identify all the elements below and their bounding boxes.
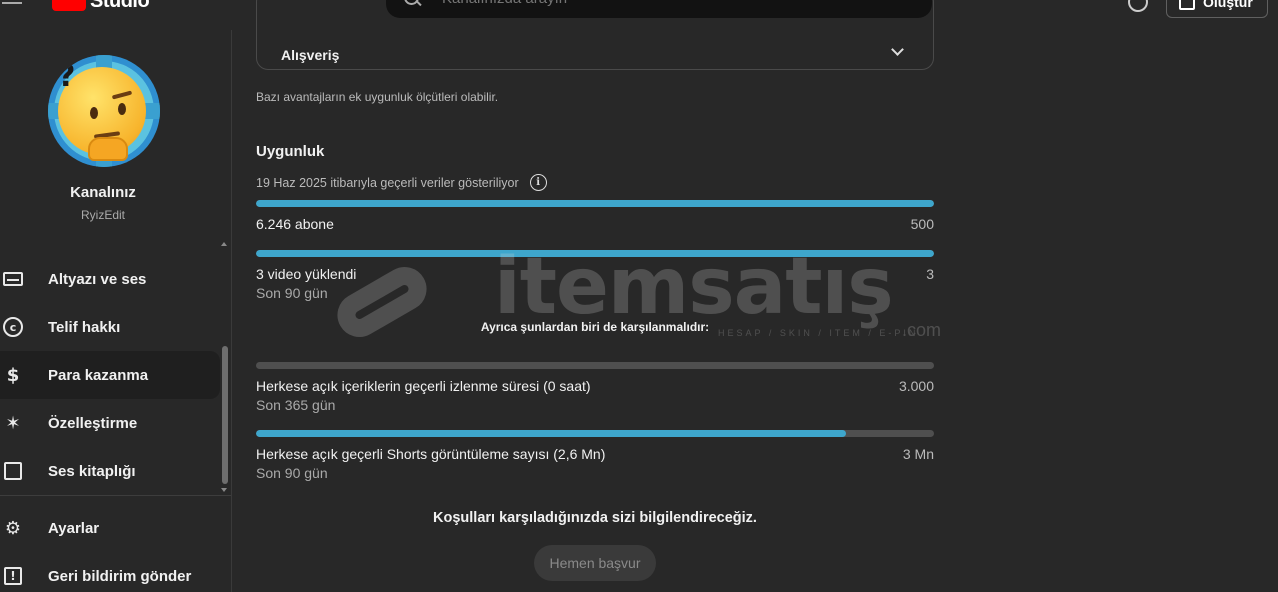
subscribers-label: 6.246 abone <box>256 216 334 232</box>
channel-name: Kanalınız <box>70 184 136 201</box>
sidebar-item-feedback[interactable]: ! Geri bildirim gönder <box>0 552 220 592</box>
sidebar-item-audio-library[interactable]: Ses kitaplığı <box>0 447 220 495</box>
shorts-views-progress-bar <box>256 430 934 437</box>
copyright-icon: c <box>2 316 24 338</box>
progress-fill <box>256 200 934 207</box>
sidebar-item-settings[interactable]: ⚙ Ayarlar <box>0 504 220 552</box>
notify-text: Koşulları karşıladığınızda sizi bilgilen… <box>433 510 757 526</box>
help-icon[interactable] <box>1128 0 1148 12</box>
create-label: Oluştur <box>1203 0 1253 10</box>
audio-library-icon <box>2 460 24 482</box>
gear-icon: ⚙ <box>4 517 22 539</box>
sidebar-item-subtitles[interactable]: Altyazı ve ses <box>0 255 220 303</box>
videos-progress-bar <box>256 250 934 257</box>
sidebar-item-monetization[interactable]: $ Para kazanma <box>0 351 220 399</box>
progress-fill <box>256 430 846 437</box>
create-plus-icon <box>1179 0 1195 10</box>
date-text: 19 Haz 2025 itibarıyla geçerli veriler g… <box>256 175 519 190</box>
videos-period: Son 90 gün <box>256 285 328 301</box>
sidebar: ? Kanalınız RyizEdit Altyazı ve ses c Te… <box>0 30 232 592</box>
apply-now-button[interactable]: Hemen başvur <box>534 545 656 581</box>
sidebar-scrollbar[interactable] <box>222 346 228 484</box>
sidebar-item-customization[interactable]: ✶ Özelleştirme <box>0 399 220 447</box>
also-required-text: Ayrıca şunlardan biri de karşılanmalıdır… <box>480 320 710 334</box>
sidebar-item-label: Ses kitaplığı <box>48 462 136 480</box>
watch-hours-progress-bar <box>256 362 934 369</box>
subscribers-target: 500 <box>910 216 934 232</box>
magic-wand-icon: ✶ <box>5 412 21 434</box>
shopping-accordion[interactable]: Alışveriş <box>256 0 934 70</box>
videos-label: 3 video yüklendi <box>256 266 357 282</box>
sidebar-item-label: Geri bildirim gönder <box>48 567 192 585</box>
dollar-icon: $ <box>6 364 20 386</box>
channel-handle: RyizEdit <box>80 208 125 222</box>
create-button[interactable]: Oluştur <box>1166 0 1268 18</box>
videos-target: 3 <box>926 266 934 282</box>
youtube-logo-icon <box>52 0 86 11</box>
sidebar-item-label: Telif hakkı <box>48 318 121 336</box>
shorts-views-target: 3 Mn <box>902 446 934 462</box>
scroll-up-arrow[interactable] <box>221 242 227 246</box>
watch-hours-label: Herkese açık içeriklerin geçerli izlenme… <box>256 378 591 394</box>
question-mark-icon: ? <box>58 59 76 94</box>
studio-page: Studio Oluştur ? Kanalınız Ry <box>0 0 1278 592</box>
scroll-down-arrow[interactable] <box>221 488 227 492</box>
sidebar-item-label: Para kazanma <box>48 366 149 384</box>
sidebar-item-copyright[interactable]: c Telif hakkı <box>0 303 220 351</box>
subscribers-progress-bar <box>256 200 934 207</box>
watch-hours-target: 3.000 <box>898 378 934 394</box>
menu-icon[interactable] <box>2 0 22 10</box>
studio-logo[interactable]: Studio <box>52 0 150 13</box>
feedback-icon: ! <box>2 565 24 587</box>
sidebar-item-label: Altyazı ve ses <box>48 270 147 288</box>
logo-text: Studio <box>90 0 150 12</box>
watch-hours-period: Son 365 gün <box>256 397 336 413</box>
main-content: Alışveriş Bazı avantajların ek uygunluk … <box>232 0 1278 592</box>
info-icon[interactable]: i <box>529 174 547 191</box>
sidebar-item-label: Ayarlar <box>48 519 100 537</box>
shorts-views-label: Herkese açık geçerli Shorts görüntüleme … <box>256 446 606 462</box>
section-title: Uygunluk <box>256 143 325 160</box>
progress-fill <box>256 250 934 257</box>
avatar[interactable]: ? <box>48 55 160 167</box>
chevron-down-icon[interactable] <box>891 43 904 56</box>
shorts-views-period: Son 90 gün <box>256 465 328 481</box>
sidebar-item-label: Özelleştirme <box>48 414 138 432</box>
subtitles-icon <box>2 268 24 290</box>
eligibility-note: Bazı avantajların ek uygunluk ölçütleri … <box>256 90 499 104</box>
sidebar-divider <box>0 495 231 496</box>
accordion-title: Alışveriş <box>281 47 340 63</box>
data-date-line: 19 Haz 2025 itibarıyla geçerli veriler g… <box>256 174 547 191</box>
